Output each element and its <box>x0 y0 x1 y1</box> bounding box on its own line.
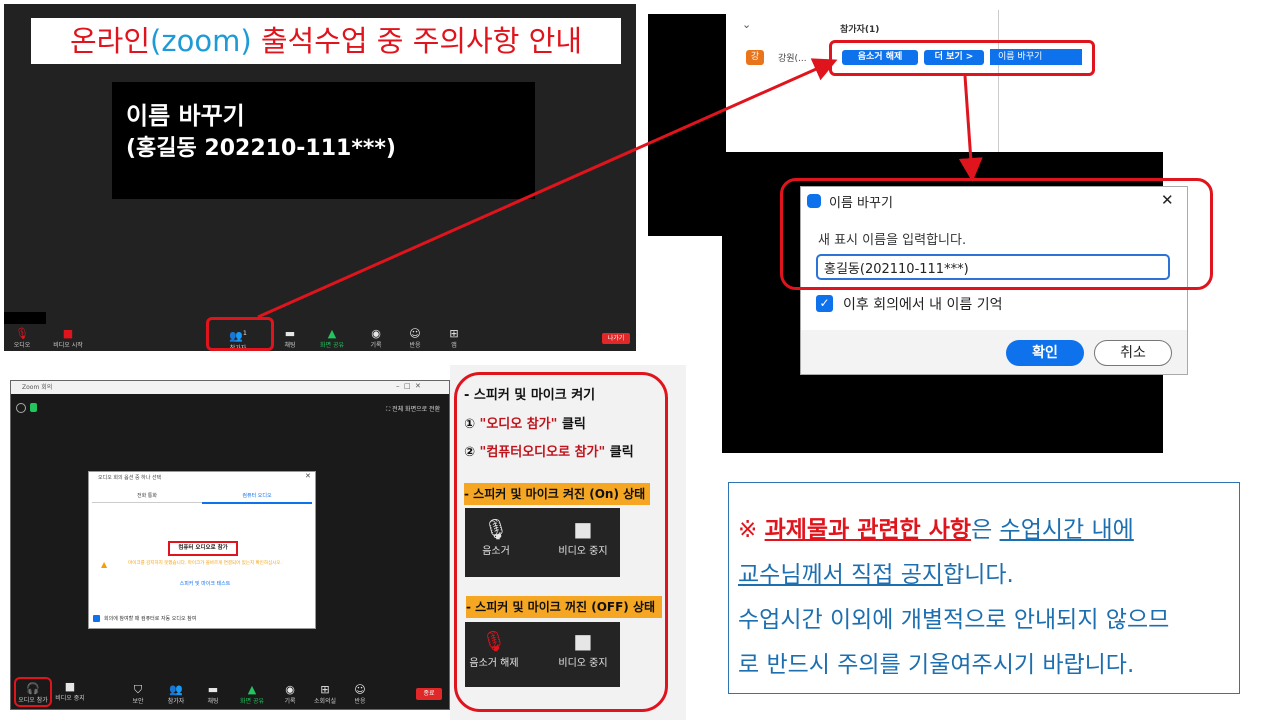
reactions-label-2: 반응 <box>354 698 366 705</box>
step1-rest: 클릭 <box>557 417 586 432</box>
zoom-window-title: Zoom 회의 <box>22 384 53 391</box>
breakout-label: 소회의실 <box>313 698 337 705</box>
chat-button-2[interactable]: ▬ 채팅 <box>193 683 233 706</box>
reactions-button-2[interactable]: ☺ 반응 <box>340 683 380 706</box>
chat-label-2: 채팅 <box>207 698 219 705</box>
notice-line2: 교수님께서 직접 공지합니다. <box>738 553 1236 598</box>
unmute-label: 음소거 해제 <box>469 658 519 669</box>
share-screen-icon-2: ▲ <box>247 683 257 696</box>
stop-video-label: 비디오 중지 <box>55 695 85 702</box>
participants-label-2: 참가자 <box>167 698 185 705</box>
instructions-step2: ② "컴퓨터오디오로 참가" 클릭 <box>464 441 634 460</box>
smiley-icon-2: ☺ <box>354 683 366 696</box>
fullscreen-button[interactable]: ⛶ 전체 화면으로 전환 <box>386 404 440 414</box>
video-camera-icon-off: ■ <box>573 629 593 653</box>
notice-line4: 로 반드시 주의를 기울여주시기 바랍니다. <box>738 652 1135 678</box>
warning-icon: ▲ <box>101 560 108 569</box>
tab-phone-call[interactable]: 전화 통화 <box>92 492 202 503</box>
step2-rest: 클릭 <box>605 445 634 460</box>
window-controls-icon[interactable]: – □ ✕ <box>396 382 421 390</box>
step2-number: ② <box>464 445 476 460</box>
off-state-label: - 스피커 및 마이크 꺼진 (OFF) 상태 <box>466 596 662 618</box>
instructions-heading: - 스피커 및 마이크 켜기 <box>464 388 596 403</box>
notice-line3: 수업시간 이외에 개별적으로 안내되지 않으므 <box>738 607 1170 633</box>
stop-video-label-on: 비디오 중지 <box>558 546 608 557</box>
mute-label: 음소거 <box>482 546 510 557</box>
stop-video-label-off: 비디오 중지 <box>558 658 608 669</box>
stop-video-button[interactable]: ■ 비디오 중지 <box>50 680 90 703</box>
microphone-muted-icon-2: 🎙 <box>481 629 507 653</box>
shield-icon <box>30 403 37 412</box>
audio-dialog-close-icon[interactable]: ✕ <box>305 472 311 480</box>
chat-icon-2: ▬ <box>207 683 219 696</box>
audio-dialog-title: 오디오 회의 옵션 중 하나 선택 <box>98 475 162 481</box>
end-button[interactable]: 종료 <box>416 688 442 700</box>
mute-button-on[interactable]: 🎙 음소거 <box>468 516 524 557</box>
video-camera-icon-on: ■ <box>573 517 593 541</box>
join-audio-highlight <box>14 677 52 707</box>
mic-warning-text: 마이크를 감지하지 못했습니다. 마이크가 올바르게 연결되어 있는지 확인하십… <box>128 561 282 566</box>
breakout-rooms-icon: ⊞ <box>320 683 330 696</box>
notice-u1: 수업시간 내에 <box>999 517 1134 543</box>
participants-icon-2: 👥 <box>169 683 183 696</box>
breakout-button[interactable]: ⊞ 소회의실 <box>305 683 345 706</box>
zoom-window-titlebar <box>11 381 449 394</box>
security-button[interactable]: ⛉ 보안 <box>118 683 158 706</box>
stop-video-button-off[interactable]: ■ 비디오 중지 <box>548 628 618 669</box>
stop-video-button-on[interactable]: ■ 비디오 중지 <box>548 516 618 557</box>
participants-button-2[interactable]: 👥 참가자 <box>156 683 196 706</box>
instructions-step1: ① "오디오 참가" 클릭 <box>464 413 586 432</box>
security-label: 보안 <box>132 698 144 705</box>
join-computer-audio-button[interactable]: 컴퓨터 오디오로 참가 <box>168 541 238 556</box>
notice-text: ※ 과제물과 관련한 사항은 수업시간 내에 교수님께서 직접 공지합니다. 수… <box>738 508 1236 688</box>
unmute-button-off[interactable]: 🎙 음소거 해제 <box>466 628 522 669</box>
tab-computer-audio[interactable]: 컴퓨터 오디오 <box>202 492 312 504</box>
notice-line1: ※ 과제물과 관련한 사항은 수업시간 내에 <box>738 508 1236 553</box>
notice-red-underlined: 과제물과 관련한 사항 <box>764 517 972 543</box>
record-button-2[interactable]: ◉ 기록 <box>270 683 310 706</box>
arrow-menu-to-dialog <box>958 75 983 182</box>
notice-u2: 교수님께서 직접 공지 <box>738 562 944 588</box>
auto-join-checkbox[interactable] <box>93 615 100 622</box>
video-camera-icon: ■ <box>64 680 76 693</box>
notice-t2: 합니다. <box>943 562 1014 588</box>
info-icon[interactable] <box>16 403 26 413</box>
security-icon: ⛉ <box>133 683 143 696</box>
auto-join-label: 회의에 참여할 때 컴퓨터로 자동 오디오 참여 <box>104 616 197 622</box>
microphone-icon: 🎙 <box>483 517 509 541</box>
step2-quoted: "컴퓨터오디오로 참가" <box>479 445 606 460</box>
notice-mark: ※ <box>738 517 765 543</box>
on-state-label: - 스피커 및 마이크 켜진 (On) 상태 <box>464 483 650 505</box>
record-label-2: 기록 <box>284 698 296 705</box>
arrow-participants-to-menu <box>257 58 838 319</box>
step1-quoted: "오디오 참가" <box>479 417 558 432</box>
fullscreen-label: 전체 화면으로 전환 <box>392 406 441 413</box>
step1-number: ① <box>464 417 476 432</box>
notice-t1: 은 <box>971 517 1000 543</box>
speaker-mic-test-link[interactable]: 스피커 및 마이크 테스트 <box>150 580 260 587</box>
record-icon-2: ◉ <box>285 683 295 696</box>
share-screen-button-2[interactable]: ▲ 화면 공유 <box>232 683 272 706</box>
share-screen-label-2: 화면 공유 <box>240 698 264 705</box>
